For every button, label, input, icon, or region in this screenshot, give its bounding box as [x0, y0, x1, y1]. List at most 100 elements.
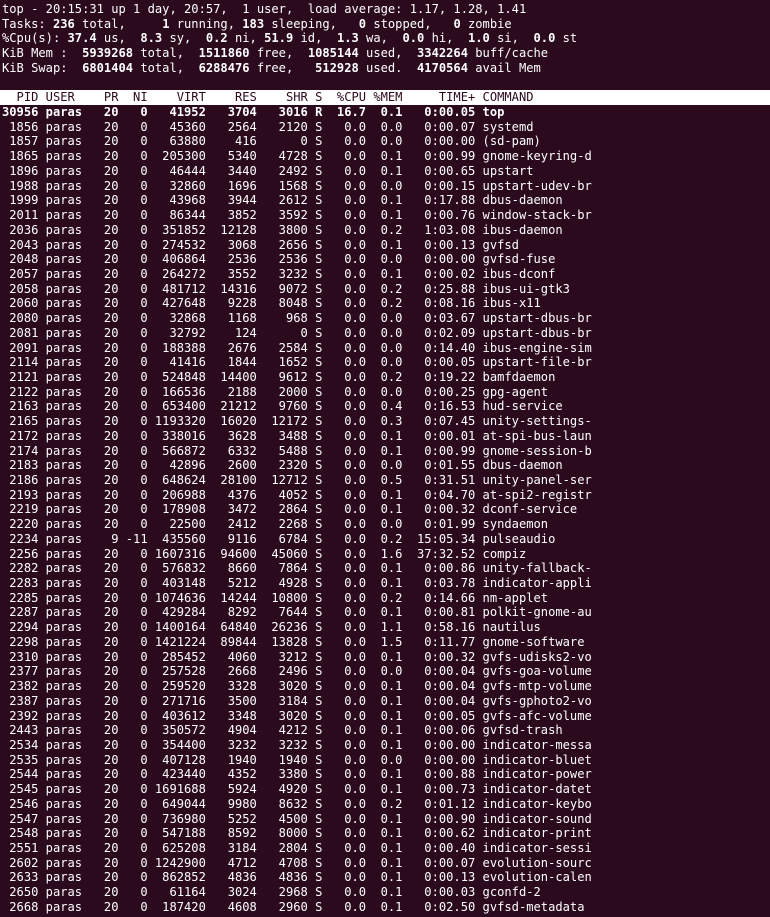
- process-virt: 1691688: [147, 782, 206, 797]
- process-time: 0:00.07: [402, 855, 476, 870]
- process-mem: 0.1: [366, 149, 403, 164]
- process-pr: 20: [82, 149, 119, 164]
- process-ni: 0: [118, 679, 148, 694]
- process-pid: 2121: [2, 369, 39, 384]
- process-shr: 3380: [256, 767, 308, 782]
- process-cmd: gvfsd-metadata: [475, 899, 592, 914]
- process-ni: 0: [118, 855, 148, 870]
- process-shr: 5488: [256, 443, 308, 458]
- process-mem: 0.1: [366, 237, 403, 252]
- swap-avail: 4170564: [417, 60, 468, 75]
- process-res: 3348: [205, 708, 257, 723]
- process-time: 0:17.88: [402, 193, 476, 208]
- process-virt: 63880: [147, 134, 206, 149]
- process-shr: 8048: [256, 296, 308, 311]
- process-pr: 20: [82, 134, 119, 149]
- process-mem: 0.0: [366, 119, 403, 134]
- process-cmd: compiz: [475, 546, 592, 561]
- process-mem: 0.1: [366, 163, 403, 178]
- process-time: 0:03.67: [402, 311, 476, 326]
- process-row: 2234 paras 9 -11 435560 9116 6784 S 0.0 …: [2, 532, 770, 547]
- process-user: paras: [38, 369, 83, 384]
- process-row: 1999 paras 20 0 43968 3944 2612 S 0.0 0.…: [2, 193, 770, 208]
- process-res: 4904: [205, 723, 257, 738]
- process-shr: 1940: [256, 752, 308, 767]
- process-mem: 0.4: [366, 399, 403, 414]
- process-virt: 43968: [147, 193, 206, 208]
- process-virt: 41952: [147, 105, 206, 120]
- process-mem: 0.1: [366, 266, 403, 281]
- process-res: 3440: [205, 163, 257, 178]
- process-virt: 649044: [147, 796, 206, 811]
- process-pid: 2602: [2, 855, 39, 870]
- process-cpu: 0.0: [322, 590, 367, 605]
- process-time: 0:00.02: [402, 266, 476, 281]
- process-pid: 2382: [2, 679, 39, 694]
- process-cmd: systemd: [475, 119, 592, 134]
- process-time: 0:58.16: [402, 620, 476, 635]
- process-ni: 0: [118, 163, 148, 178]
- process-time: 0:00.76: [402, 208, 476, 223]
- process-shr: 3212: [256, 649, 308, 664]
- process-s: S: [307, 149, 323, 164]
- process-row: 2060 paras 20 0 427648 9228 8048 S 0.0 0…: [2, 296, 770, 311]
- process-cmd: gvfs-gphoto2-vo: [475, 693, 592, 708]
- process-pr: 20: [82, 708, 119, 723]
- process-cmd: gnome-software: [475, 634, 592, 649]
- process-virt: 406864: [147, 252, 206, 267]
- process-pr: 20: [82, 664, 119, 679]
- process-row: 2080 paras 20 0 32868 1168 968 S 0.0 0.0…: [2, 311, 770, 326]
- cpu-st: 0.0: [533, 31, 556, 46]
- process-ni: 0: [118, 899, 148, 914]
- process-virt: 166536: [147, 384, 206, 399]
- tasks-zombie: 0: [453, 16, 461, 31]
- process-time: 0:16.53: [402, 399, 476, 414]
- process-pr: 20: [82, 414, 119, 429]
- process-ni: -11: [118, 531, 148, 546]
- cpu-line: %Cpu(s): 37.4 us, 8.3 sy, 0.2 ni, 51.9 i…: [2, 31, 578, 46]
- process-s: S: [307, 679, 323, 694]
- process-ni: 0: [118, 782, 148, 797]
- process-cmd: ibus-dconf: [475, 266, 592, 281]
- process-shr: 3020: [256, 708, 308, 723]
- terminal-window[interactable]: top - 20:15:31 up 1 day, 20:57, 1 user, …: [0, 0, 770, 917]
- process-shr: 4836: [256, 870, 308, 885]
- process-cmd: evolution-sourc: [475, 855, 592, 870]
- process-user: paras: [38, 178, 83, 193]
- process-virt: 566872: [147, 443, 206, 458]
- process-mem: 0.1: [366, 443, 403, 458]
- process-s: S: [307, 708, 323, 723]
- process-row: 2545 paras 20 0 1691688 5924 4920 S 0.0 …: [2, 782, 770, 797]
- process-s: S: [307, 517, 323, 532]
- swap-total: 6801404: [82, 60, 134, 75]
- process-row: 2256 paras 20 0 1607316 94600 45060 S 0.…: [2, 547, 770, 562]
- process-pr: 20: [82, 752, 119, 767]
- process-mem: 0.1: [366, 708, 403, 723]
- process-pid: 2535: [2, 752, 39, 767]
- process-virt: 1421224: [147, 634, 206, 649]
- process-s: S: [307, 193, 323, 208]
- process-pr: 20: [82, 796, 119, 811]
- process-table-header: PID USER PR NI VIRT RES SHR S %CPU %MEM …: [0, 90, 770, 106]
- process-time: 0:00.04: [402, 693, 476, 708]
- process-cpu: 0.0: [322, 796, 367, 811]
- process-pid: 1865: [2, 149, 39, 164]
- process-time: 0:00.00: [402, 134, 476, 149]
- process-virt: 285452: [147, 649, 206, 664]
- process-pid: 2186: [2, 473, 39, 487]
- process-row: 2057 paras 20 0 264272 3552 3232 S 0.0 0…: [2, 267, 770, 282]
- process-pid: 2172: [2, 428, 39, 443]
- process-shr: 2120: [256, 119, 308, 134]
- process-res: 3552: [205, 266, 257, 281]
- process-virt: 32868: [147, 311, 206, 326]
- process-cmd: dbus-daemon: [475, 458, 592, 473]
- process-mem: 0.2: [366, 590, 403, 605]
- tasks-total: 236: [52, 16, 75, 31]
- process-cmd: ibus-x11: [475, 296, 592, 311]
- process-user: paras: [38, 296, 83, 311]
- process-res: 3184: [205, 840, 257, 855]
- process-cmd: ibus-daemon: [475, 222, 592, 237]
- process-row: 2174 paras 20 0 566872 6332 5488 S 0.0 0…: [2, 444, 770, 459]
- top-uptime-line: top - 20:15:31 up 1 day, 20:57, 1 user, …: [2, 2, 770, 17]
- process-time: 15:05.34: [402, 531, 476, 546]
